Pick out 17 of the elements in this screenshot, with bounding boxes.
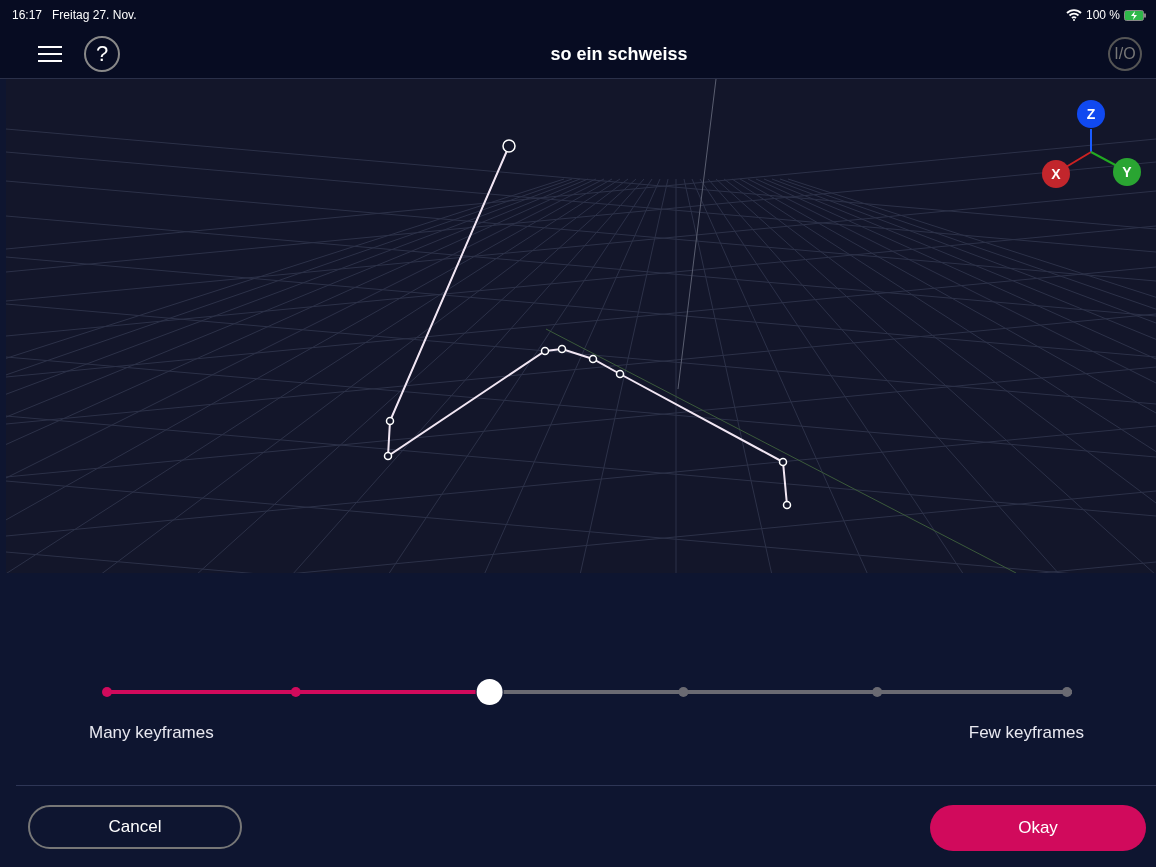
cancel-button[interactable]: Cancel	[28, 805, 242, 849]
battery-percent: 100 %	[1085, 8, 1120, 22]
io-button[interactable]: I/O	[1108, 37, 1142, 71]
okay-button[interactable]: Okay	[930, 805, 1146, 851]
wifi-icon	[1065, 9, 1082, 21]
help-button[interactable]: ?	[84, 36, 120, 72]
document-title: so ein schweiss	[549, 43, 689, 65]
slider-track[interactable]	[503, 687, 1072, 697]
slider-min-label: Many keyframes	[89, 723, 214, 743]
3d-viewport[interactable]: Z X Y	[6, 79, 1156, 573]
status-time: 16:17	[12, 8, 43, 22]
slider-thumb[interactable]	[476, 679, 503, 705]
battery-charging-icon	[1124, 9, 1146, 21]
slider-max-label: Few keyframes	[968, 723, 1084, 743]
menu-button[interactable]	[38, 46, 62, 62]
axis-gizmo[interactable]: Z X Y	[1036, 99, 1146, 189]
status-date: Freitag 27. Nov.	[52, 8, 137, 22]
